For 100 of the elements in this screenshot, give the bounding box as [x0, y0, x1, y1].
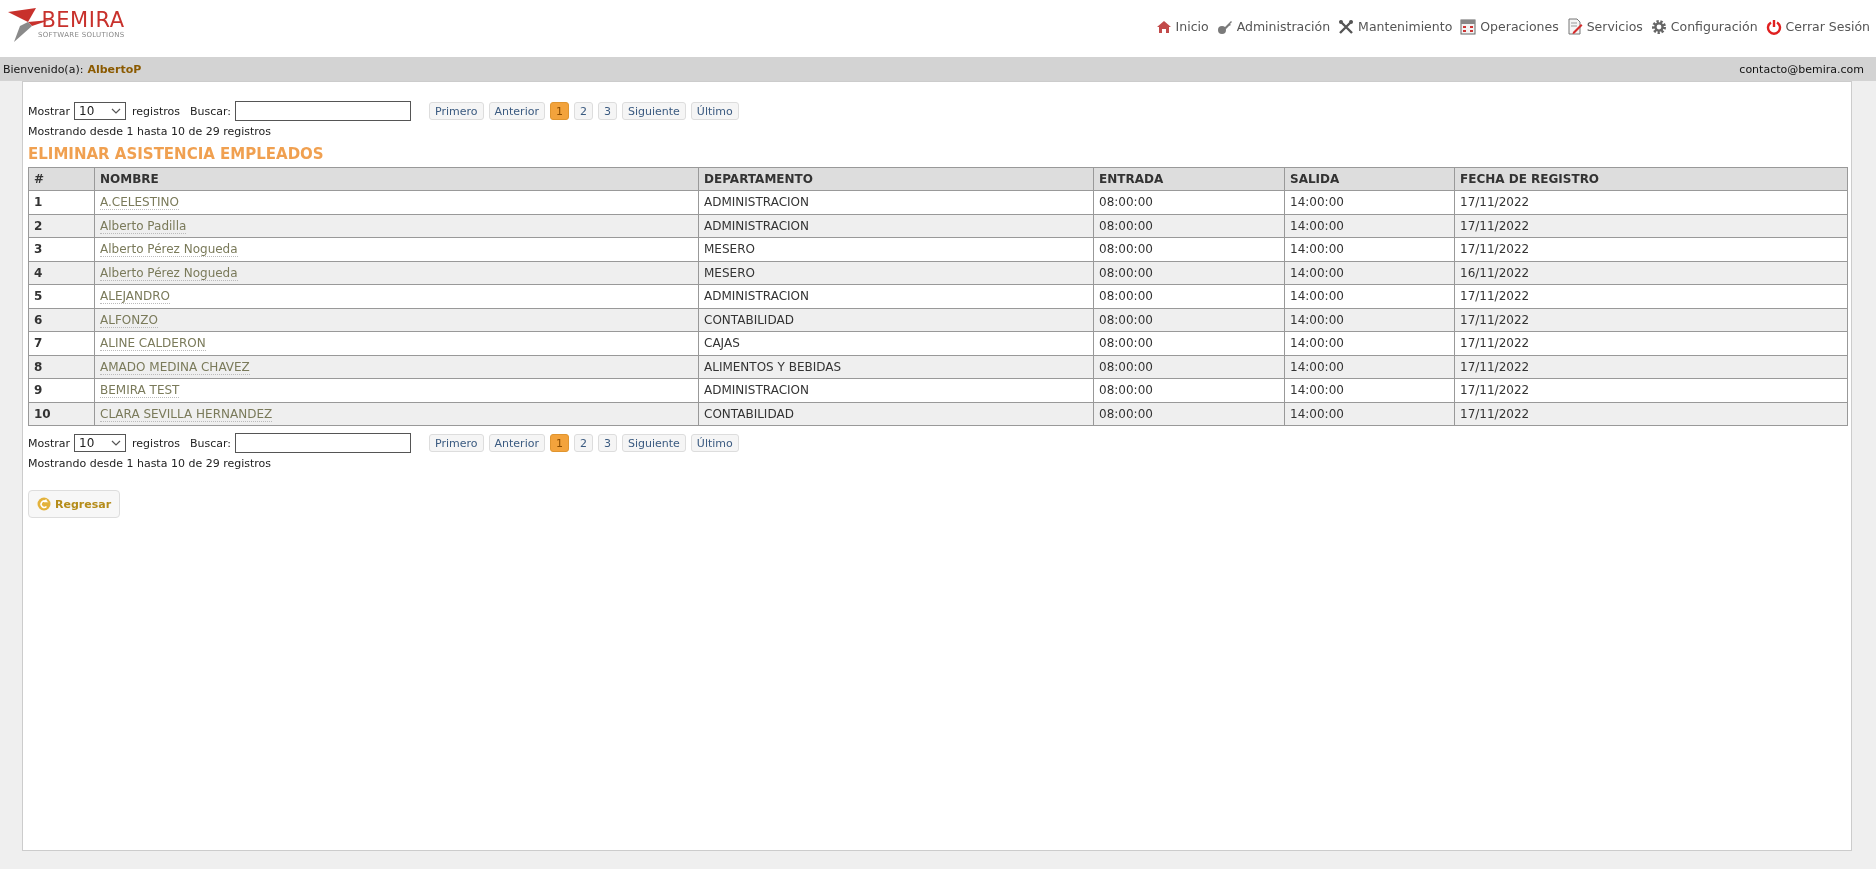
- user-name: AlbertoP: [87, 62, 142, 76]
- table-cell: MESERO: [698, 261, 1094, 285]
- table-cell: ALIMENTOS Y BEBIDAS: [698, 355, 1094, 379]
- employee-link[interactable]: A.CELESTINO: [100, 195, 179, 211]
- table-cell: 08:00:00: [1093, 308, 1285, 332]
- caret-icon: [111, 440, 122, 446]
- records-label: registros: [132, 104, 180, 118]
- pagination-button[interactable]: 3: [597, 102, 617, 120]
- table-cell: 08:00:00: [1093, 190, 1285, 214]
- table-cell: 14:00:00: [1284, 378, 1455, 402]
- table-cell: ADMINISTRACION: [698, 214, 1094, 238]
- table-cell: CONTABILIDAD: [698, 402, 1094, 426]
- nav-link[interactable]: Servicios: [1566, 18, 1643, 35]
- table-cell: 14:00:00: [1284, 214, 1455, 238]
- records-label: registros: [132, 436, 180, 450]
- page-size-select[interactable]: 10: [74, 102, 127, 120]
- nav-link[interactable]: Operaciones: [1460, 18, 1559, 35]
- employee-link[interactable]: ALEJANDRO: [100, 289, 170, 305]
- search-field[interactable]: [235, 433, 411, 453]
- contact-email: contacto@bemira.com: [1739, 62, 1864, 76]
- records-info: Mostrando desde 1 hasta 10 de 29 registros: [28, 125, 273, 138]
- table-cell: ADMINISTRACION: [698, 378, 1094, 402]
- column-header: NOMBRE: [94, 167, 699, 191]
- table-cell: 08:00:00: [1093, 214, 1285, 238]
- employee-link[interactable]: Alberto Pérez Nogueda: [100, 242, 238, 258]
- column-header: DEPARTAMENTO: [698, 167, 1094, 191]
- show-label: Mostrar: [28, 436, 71, 450]
- employee-link[interactable]: Alberto Padilla: [100, 218, 187, 234]
- pagination-button[interactable]: 1: [549, 434, 569, 452]
- welcome-label: Bienvenido(a):: [3, 62, 84, 76]
- table-cell: 9: [28, 378, 95, 402]
- table-cell: 7: [28, 331, 95, 355]
- back-arrow-icon: [37, 497, 51, 511]
- table-cell: 17/11/2022: [1454, 214, 1848, 238]
- search-field[interactable]: [235, 101, 411, 121]
- table-cell: 14:00:00: [1284, 308, 1455, 332]
- table-cell: 08:00:00: [1093, 237, 1285, 261]
- pagination-button[interactable]: 2: [573, 434, 593, 452]
- page-title: ELIMINAR ASISTENCIA EMPLEADOS: [28, 145, 325, 163]
- pagination-button[interactable]: Siguiente: [621, 102, 686, 120]
- pagination-button[interactable]: Anterior: [488, 434, 545, 452]
- search-label: Buscar:: [189, 436, 231, 450]
- table-cell: 14:00:00: [1284, 237, 1455, 261]
- nav-link[interactable]: Cerrar Sesión: [1765, 18, 1870, 35]
- employee-link[interactable]: BEMIRA TEST: [100, 383, 180, 399]
- table-cell: 08:00:00: [1093, 261, 1285, 285]
- table-cell: 17/11/2022: [1454, 237, 1848, 261]
- table-cell: 14:00:00: [1284, 284, 1455, 308]
- table-cell: 17/11/2022: [1454, 402, 1848, 426]
- table-cell: 08:00:00: [1093, 378, 1285, 402]
- settings-icon: [1650, 18, 1667, 35]
- pagination-button[interactable]: Anterior: [488, 102, 545, 120]
- logo-name: BEMIRA: [41, 10, 125, 31]
- employee-link[interactable]: CLARA SEVILLA HERNANDEZ: [100, 406, 273, 422]
- table-cell: CONTABILIDAD: [698, 308, 1094, 332]
- employee-link[interactable]: ALFONZO: [100, 312, 158, 328]
- table-cell: 6: [28, 308, 95, 332]
- table-cell: CAJAS: [698, 331, 1094, 355]
- table-cell: 17/11/2022: [1454, 331, 1848, 355]
- table-cell: 14:00:00: [1284, 190, 1455, 214]
- employee-link[interactable]: AMADO MEDINA CHAVEZ: [100, 359, 250, 375]
- table-cell: 08:00:00: [1093, 355, 1285, 379]
- employee-link[interactable]: Alberto Pérez Nogueda: [100, 265, 238, 281]
- pagination-button[interactable]: Primero: [429, 102, 484, 120]
- nav-link[interactable]: Configuración: [1650, 18, 1758, 35]
- table-cell: 5: [28, 284, 95, 308]
- pagination-button[interactable]: Último: [690, 102, 739, 120]
- employee-link[interactable]: ALINE CALDERON: [100, 336, 206, 352]
- table-cell: 14:00:00: [1284, 331, 1455, 355]
- nav-link[interactable]: Inicio: [1155, 19, 1209, 34]
- table-cell: 14:00:00: [1284, 402, 1455, 426]
- table-cell: 8: [28, 355, 95, 379]
- table-cell: 2: [28, 214, 95, 238]
- table-cell: 14:00:00: [1284, 261, 1455, 285]
- column-header: #: [28, 167, 95, 191]
- table-cell: 17/11/2022: [1454, 190, 1848, 214]
- pagination-button[interactable]: 2: [573, 102, 593, 120]
- document-pen-icon: [1566, 18, 1583, 35]
- calculator-icon: [1460, 18, 1477, 35]
- page-size-select[interactable]: 10: [74, 434, 127, 452]
- pagination-button[interactable]: 3: [597, 434, 617, 452]
- pagination-button[interactable]: 1: [549, 102, 569, 120]
- table-cell: ADMINISTRACION: [698, 190, 1094, 214]
- home-icon: [1155, 19, 1172, 34]
- nav-link[interactable]: Administración: [1216, 18, 1331, 35]
- power-icon: [1765, 18, 1782, 35]
- table-cell: MESERO: [698, 237, 1094, 261]
- tools-icon: [1338, 18, 1355, 35]
- records-info: Mostrando desde 1 hasta 10 de 29 registros: [28, 457, 273, 470]
- pagination-button[interactable]: Último: [690, 434, 739, 452]
- nav-link[interactable]: Mantenimiento: [1338, 18, 1453, 35]
- table-cell: 08:00:00: [1093, 284, 1285, 308]
- table-cell: 16/11/2022: [1454, 261, 1848, 285]
- pagination-button[interactable]: Siguiente: [621, 434, 686, 452]
- table-cell: 17/11/2022: [1454, 378, 1848, 402]
- column-header: ENTRADA: [1093, 167, 1285, 191]
- caret-icon: [111, 108, 122, 114]
- pagination-button[interactable]: Primero: [429, 434, 484, 452]
- table-cell: 08:00:00: [1093, 402, 1285, 426]
- table-cell: 17/11/2022: [1454, 355, 1848, 379]
